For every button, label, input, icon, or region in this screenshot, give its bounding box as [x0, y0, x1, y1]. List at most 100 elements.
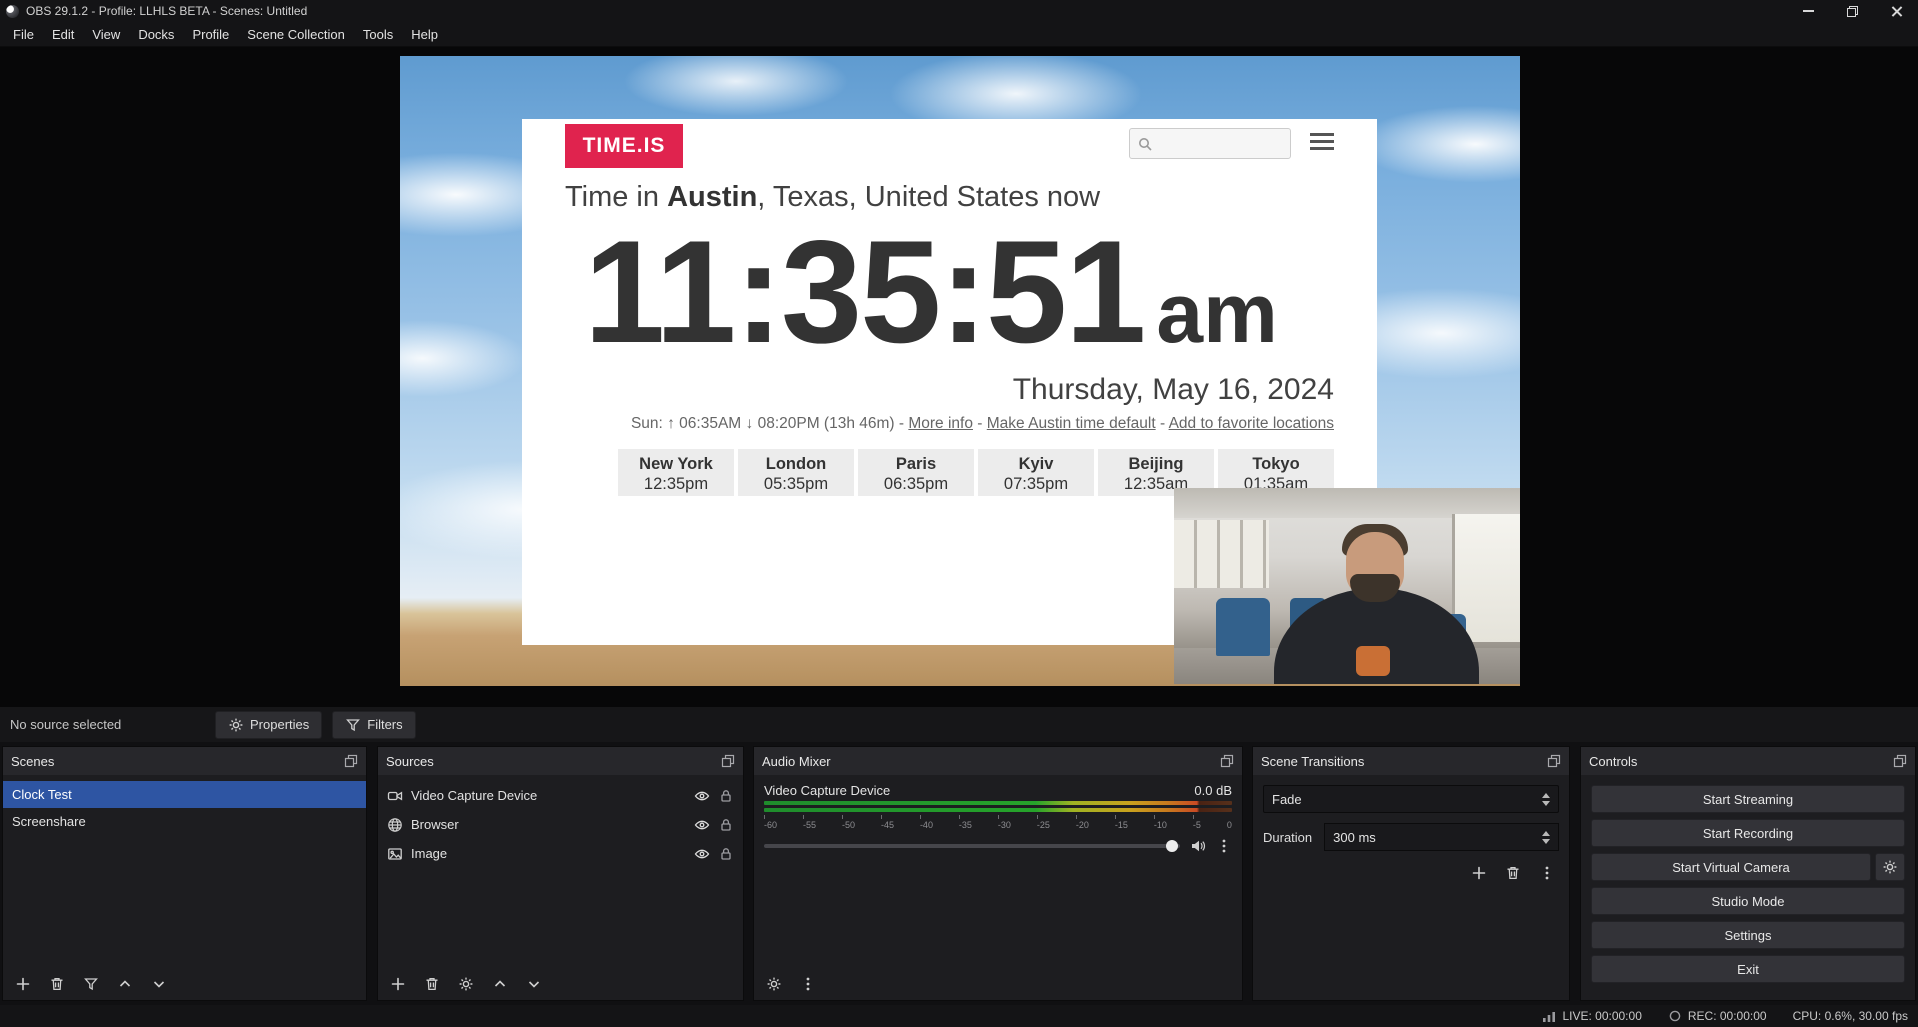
minimize-button[interactable]: [1786, 0, 1830, 22]
dock-popout-icon[interactable]: [1220, 754, 1234, 768]
menu-scene-collection[interactable]: Scene Collection: [238, 22, 354, 47]
cpu-fps-status: CPU: 0.6%, 30.00 fps: [1793, 1009, 1908, 1023]
timeis-clock: 11:35:51 am: [584, 219, 1278, 365]
webcam-window-left: [1174, 520, 1269, 588]
source-properties-button[interactable]: [458, 976, 474, 992]
scenes-list: Clock Test Screenshare: [3, 775, 366, 835]
dock-popout-icon[interactable]: [1547, 754, 1561, 768]
meter-tick-marks: [764, 815, 1232, 819]
move-source-down-button[interactable]: [526, 976, 542, 992]
menu-tools[interactable]: Tools: [354, 22, 402, 47]
search-icon: [1137, 136, 1153, 152]
city-box: New York12:35pm: [618, 449, 734, 496]
city-box: London05:35pm: [738, 449, 854, 496]
live-status: LIVE: 00:00:00: [1542, 1009, 1641, 1023]
remove-transition-button[interactable]: [1505, 865, 1521, 881]
visibility-eye-icon[interactable]: [694, 846, 710, 862]
mixer-toolbar: [766, 976, 816, 992]
lock-icon[interactable]: [718, 788, 734, 804]
volume-slider-handle[interactable]: [1166, 840, 1178, 852]
move-source-up-button[interactable]: [492, 976, 508, 992]
make-default-link: Make Austin time default: [987, 415, 1156, 432]
transitions-panel-header[interactable]: Scene Transitions: [1253, 747, 1569, 775]
source-toolbar: No source selected Properties Filters: [0, 707, 1918, 742]
scene-item-screenshare[interactable]: Screenshare: [3, 808, 366, 835]
add-scene-button[interactable]: [15, 976, 31, 992]
remove-source-button[interactable]: [424, 976, 440, 992]
volume-meter-right: [764, 808, 1232, 812]
close-button[interactable]: [1874, 0, 1918, 22]
filters-button[interactable]: Filters: [332, 711, 415, 739]
source-item-video-capture[interactable]: Video Capture Device: [378, 781, 743, 810]
dock-popout-icon[interactable]: [721, 754, 735, 768]
add-transition-button[interactable]: [1471, 865, 1487, 881]
visibility-eye-icon[interactable]: [694, 817, 710, 833]
duration-spinbox[interactable]: 300 ms: [1324, 823, 1559, 851]
gear-icon: [1882, 859, 1898, 875]
restore-button[interactable]: [1830, 0, 1874, 22]
obs-logo-icon: [6, 5, 19, 18]
start-virtual-camera-button[interactable]: Start Virtual Camera: [1591, 853, 1871, 881]
transition-select[interactable]: Fade: [1263, 785, 1559, 813]
preview-area: TIME.IS Time in Austin, Texas, United St…: [0, 47, 1918, 707]
advanced-audio-gear-icon[interactable]: [766, 976, 782, 992]
sources-toolbar: [390, 976, 542, 992]
dock-area: Scenes Clock Test Screenshare Sources: [0, 742, 1918, 1005]
studio-mode-button[interactable]: Studio Mode: [1591, 887, 1905, 915]
add-source-button[interactable]: [390, 976, 406, 992]
preview-canvas[interactable]: TIME.IS Time in Austin, Texas, United St…: [400, 56, 1520, 686]
remove-scene-button[interactable]: [49, 976, 65, 992]
close-icon: [1890, 5, 1903, 18]
sources-panel: Sources Video Capture Device Browser: [377, 746, 744, 1001]
clock-digits: 11:35:51: [584, 219, 1144, 365]
add-favorite-link: Add to favorite locations: [1169, 415, 1334, 432]
title-bar: OBS 29.1.2 - Profile: LLHLS BETA - Scene…: [0, 0, 1918, 22]
city-box: Paris06:35pm: [858, 449, 974, 496]
scenes-panel-header[interactable]: Scenes: [3, 747, 366, 775]
audio-mixer-panel-header[interactable]: Audio Mixer: [754, 747, 1242, 775]
properties-button[interactable]: Properties: [215, 711, 322, 739]
source-item-image[interactable]: Image: [378, 839, 743, 868]
menu-file[interactable]: File: [4, 22, 43, 47]
menu-help[interactable]: Help: [402, 22, 447, 47]
spinner-arrows-icon[interactable]: [1542, 831, 1550, 844]
scene-item-clock-test[interactable]: Clock Test: [3, 781, 366, 808]
scene-filters-button[interactable]: [83, 976, 99, 992]
mixer-channel: Video Capture Device 0.0 dB -60-55-50-45…: [754, 775, 1242, 854]
dock-popout-icon[interactable]: [344, 754, 358, 768]
mixer-menu-kebab-icon[interactable]: [800, 976, 816, 992]
webcam-person-shirt: [1356, 646, 1390, 676]
sources-panel-header[interactable]: Sources: [378, 747, 743, 775]
status-bar: LIVE: 00:00:00 REC: 00:00:00 CPU: 0.6%, …: [0, 1005, 1918, 1027]
rec-status: REC: 00:00:00: [1668, 1009, 1767, 1023]
lock-icon[interactable]: [718, 817, 734, 833]
lock-icon[interactable]: [718, 846, 734, 862]
menu-profile[interactable]: Profile: [183, 22, 238, 47]
source-item-browser[interactable]: Browser: [378, 810, 743, 839]
menu-bar: File Edit View Docks Profile Scene Colle…: [0, 22, 1918, 47]
mixer-options-kebab-icon[interactable]: [1216, 838, 1232, 854]
exit-button[interactable]: Exit: [1591, 955, 1905, 983]
menu-edit[interactable]: Edit: [43, 22, 83, 47]
more-info-link: More info: [908, 415, 973, 432]
visibility-eye-icon[interactable]: [694, 788, 710, 804]
minimize-icon: [1803, 10, 1814, 12]
move-scene-down-button[interactable]: [151, 976, 167, 992]
menu-view[interactable]: View: [83, 22, 129, 47]
start-streaming-button[interactable]: Start Streaming: [1591, 785, 1905, 813]
dock-popout-icon[interactable]: [1893, 754, 1907, 768]
settings-button[interactable]: Settings: [1591, 921, 1905, 949]
volume-slider[interactable]: [764, 844, 1180, 848]
webcam-source[interactable]: [1174, 488, 1520, 684]
controls-panel: Controls Start Streaming Start Recording…: [1580, 746, 1916, 1001]
move-scene-up-button[interactable]: [117, 976, 133, 992]
speaker-icon[interactable]: [1190, 838, 1206, 854]
start-recording-button[interactable]: Start Recording: [1591, 819, 1905, 847]
controls-panel-header[interactable]: Controls: [1581, 747, 1915, 775]
virtual-camera-settings-button[interactable]: [1875, 853, 1905, 881]
scenes-toolbar: [15, 976, 167, 992]
menu-docks[interactable]: Docks: [129, 22, 183, 47]
sources-list: Video Capture Device Browser Image: [378, 775, 743, 868]
transition-options-kebab-icon[interactable]: [1539, 865, 1555, 881]
mixer-source-name: Video Capture Device: [764, 783, 890, 798]
